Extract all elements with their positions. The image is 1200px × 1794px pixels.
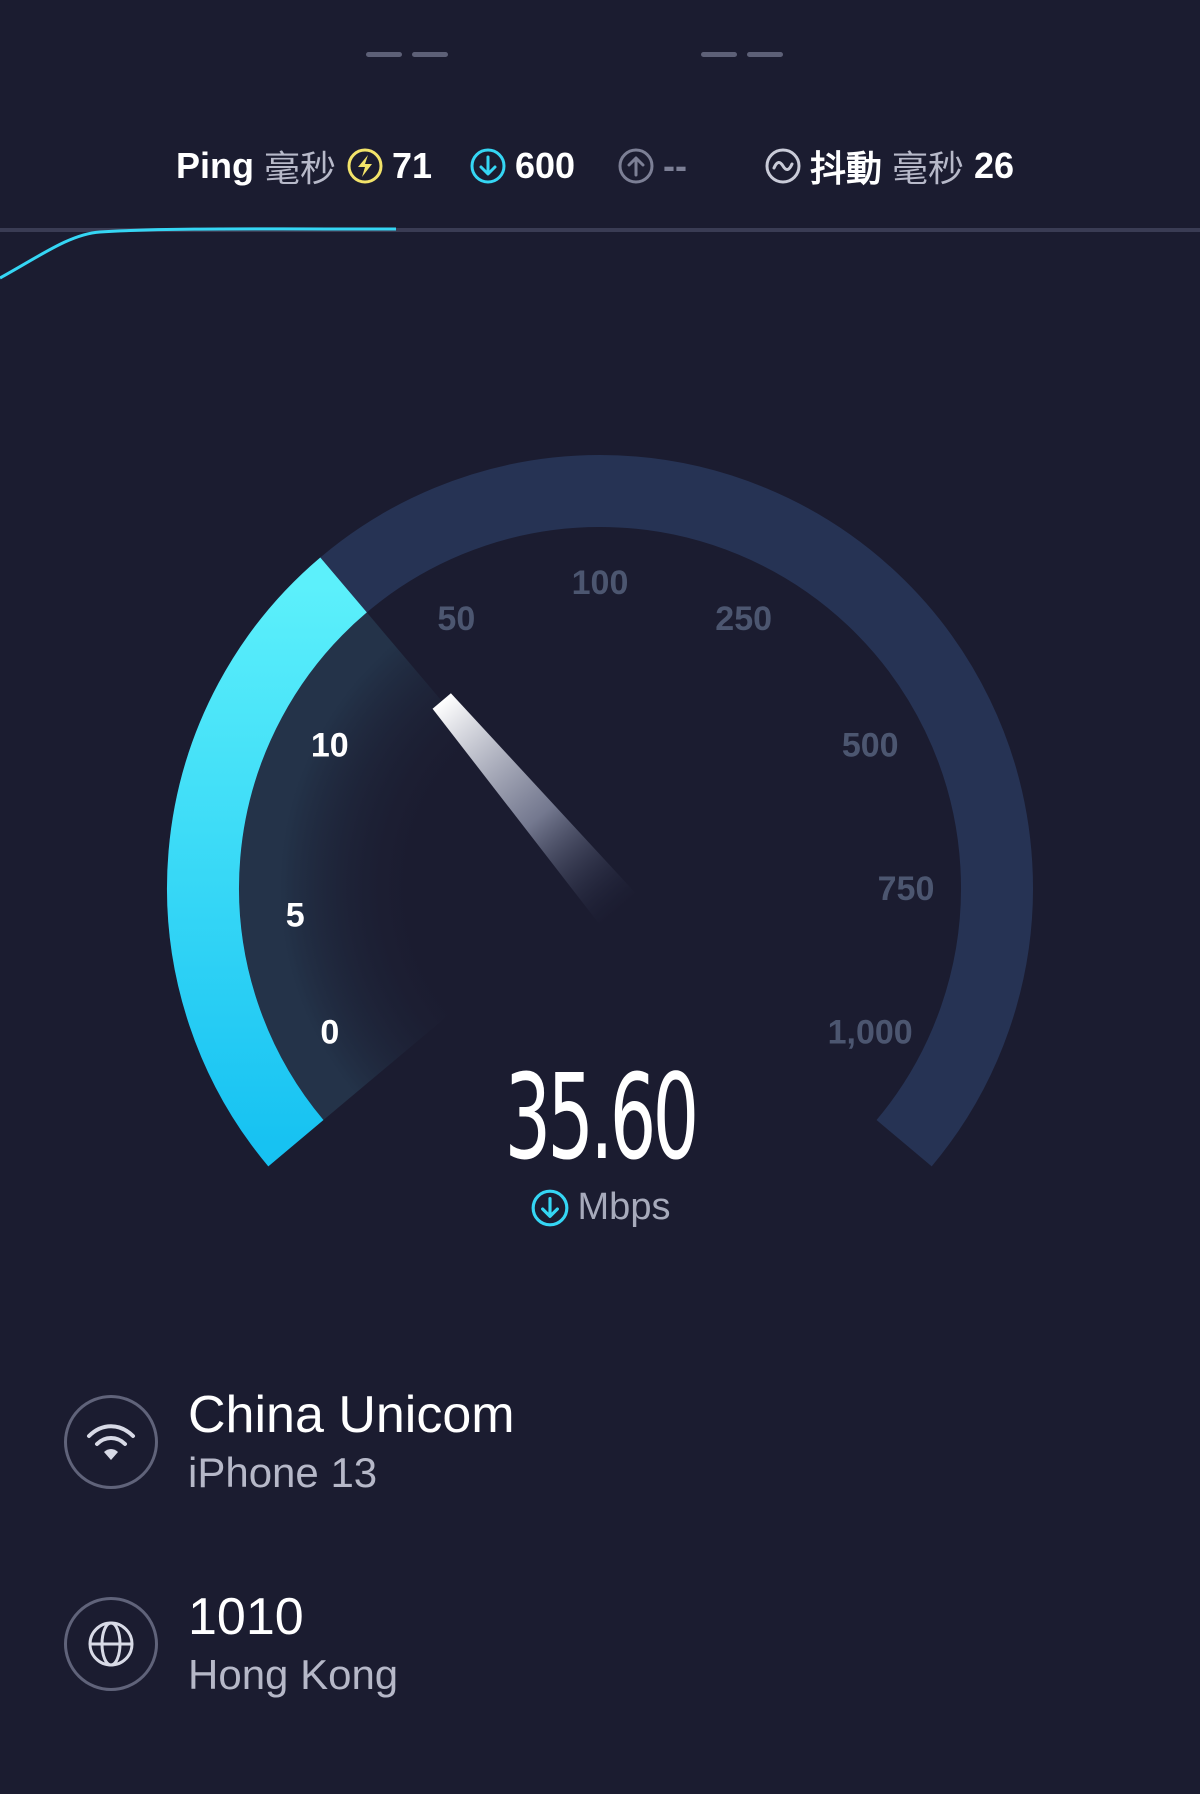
result-placeholders <box>0 52 1200 64</box>
gauge-tick-1000: 1,000 <box>828 1014 913 1052</box>
upload-metric: -- <box>617 136 687 196</box>
jitter-value: 26 <box>974 145 1015 186</box>
server-name: 1010 <box>188 1588 304 1646</box>
download-arrow-icon <box>531 1189 568 1226</box>
server-row[interactable]: 1010 Hong Kong <box>64 1586 398 1702</box>
provider-name: China Unicom <box>188 1386 515 1444</box>
gauge-tick-10: 10 <box>311 726 349 764</box>
connection-row[interactable]: China Unicom iPhone 13 <box>64 1384 515 1500</box>
ping-label: Ping <box>176 145 254 186</box>
download-value: 600 <box>515 145 576 186</box>
gauge-tick-0: 0 <box>320 1014 339 1052</box>
gauge-tick-5: 5 <box>286 897 305 935</box>
lightning-circle-icon <box>347 148 383 184</box>
download-metric: 600 <box>469 136 575 196</box>
upload-arrow-icon <box>618 148 654 184</box>
wifi-icon <box>64 1395 158 1489</box>
ping-value: 71 <box>392 145 433 186</box>
ping-unit: 毫秒 <box>264 148 337 189</box>
wave-circle-icon <box>765 148 801 184</box>
gauge-tick-250: 250 <box>715 600 772 638</box>
ping-metric: Ping 毫秒 71 <box>176 136 432 196</box>
gauge-tick-50: 50 <box>437 600 475 638</box>
device-name: iPhone 13 <box>188 1449 378 1496</box>
jitter-metric: 抖動 毫秒 26 <box>764 136 1014 196</box>
gauge-tick-500: 500 <box>842 726 899 764</box>
upload-value: -- <box>663 145 687 186</box>
speed-reading: 35.60 <box>504 1048 700 1186</box>
globe-icon <box>64 1597 158 1691</box>
progress-fill <box>0 227 397 280</box>
server-location: Hong Kong <box>188 1651 399 1698</box>
speed-unit-label: Mbps <box>577 1186 671 1228</box>
placeholder-right <box>701 52 783 57</box>
gauge-tick-100: 100 <box>572 564 629 602</box>
placeholder-left <box>366 52 448 57</box>
test-progress-graph <box>0 227 1200 280</box>
jitter-label: 抖動 <box>810 148 883 189</box>
jitter-unit: 毫秒 <box>892 148 965 189</box>
metrics-bar: Ping 毫秒 71 600 -- 抖動 毫秒 26 <box>0 136 1200 196</box>
speed-unit-row: Mbps <box>0 1186 1200 1229</box>
download-arrow-icon <box>470 148 506 184</box>
gauge-tick-750: 750 <box>878 870 935 908</box>
